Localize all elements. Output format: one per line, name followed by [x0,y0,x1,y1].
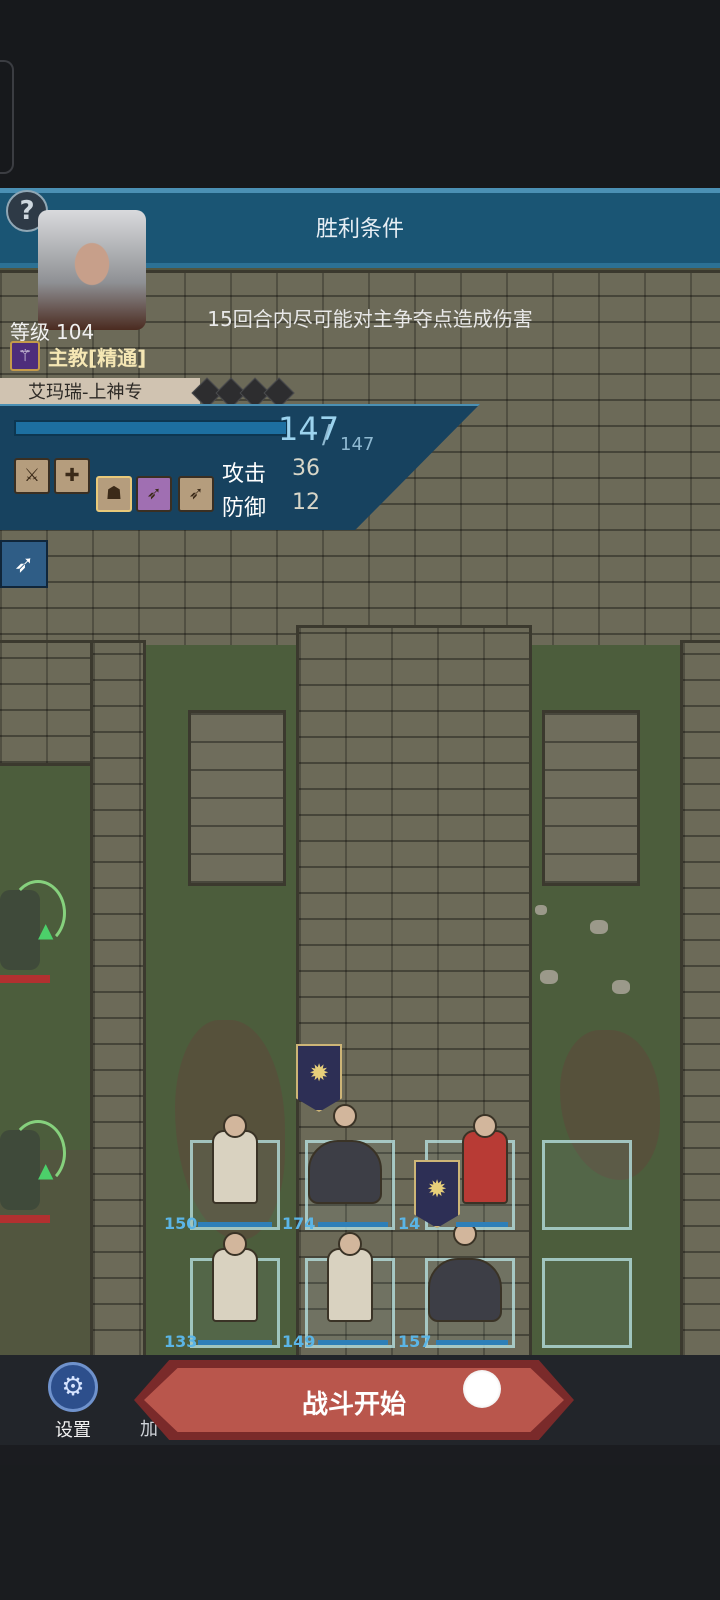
unit-hp-bar [318,1222,388,1227]
skill-1-icon[interactable]: ⚔ [14,458,50,494]
unit-hp: 14 [398,1214,421,1233]
class-name: 主教[精通] [48,345,147,370]
unit-hp: 149 [282,1332,316,1351]
skill-3-icon[interactable]: ☗ [96,476,132,512]
gear-icon: ⚙ [48,1362,98,1412]
hero-portrait[interactable] [38,210,146,330]
class-staff-icon: ⚚ [10,341,40,371]
unit-head [333,1104,357,1128]
stone-pillar [542,710,640,886]
wall-segment [680,640,720,1380]
unit-hp-bar [198,1222,272,1227]
defense-value: 12 [292,490,320,515]
unit-body [308,1140,382,1204]
ally-unit[interactable] [190,1110,276,1220]
unit-hp-bar [456,1222,508,1227]
hero-name: 艾玛瑞-上神专 [28,382,143,403]
commander-banner-icon: ✹ [414,1160,460,1228]
commander-banner-icon: ✹ [296,1044,342,1112]
hero-class: ⚚ 主教[精通] [10,341,147,371]
skill-2-icon[interactable]: ✚ [54,458,90,494]
enemy-archer[interactable]: ▲ [0,1120,66,1240]
rock [612,980,630,994]
unit-type-icon[interactable]: ➶ [0,540,48,588]
hero-hp-bar [14,420,288,436]
settings-label: 设置 [55,1420,91,1441]
unit-head [223,1232,247,1256]
level-value: 104 [56,320,95,344]
bottom-system-bar [0,1465,720,1600]
skill-5-icon[interactable]: ➶ [178,476,214,512]
ally-unit[interactable] [420,1218,506,1328]
touch-indicator [463,1370,501,1408]
enemy-hp-bar [0,975,50,983]
formation-slot-empty[interactable] [542,1258,632,1348]
buff-arrow-icon: ▲ [38,1158,54,1182]
buff-arrow-icon: ▲ [38,918,54,942]
rank-diamond-icon [263,377,295,409]
enemy-archer[interactable]: ▲ [0,880,66,1000]
attack-label: 攻击 [222,462,267,487]
unit-hp-bar [198,1340,272,1345]
formation-slot-empty[interactable] [542,1140,632,1230]
unit-hp-bar [318,1340,388,1345]
unit-hp: 174 [282,1214,316,1233]
rank-diamonds [191,376,306,409]
stone-pillar [188,710,286,886]
unit-hp: 150 [164,1214,198,1233]
unit-head [338,1232,362,1256]
unit-body [212,1130,258,1204]
rock [540,970,558,984]
defense-label: 防御 [222,496,267,521]
hp-separator: / [322,420,331,450]
ally-unit[interactable] [300,1100,386,1210]
settings-button[interactable]: ⚙ 设置 [38,1362,108,1441]
skill-4-icon[interactable]: ➶ [136,476,172,512]
unit-hp-bar [436,1340,508,1345]
unit-head [473,1114,497,1138]
rock [590,920,608,934]
rock [535,905,547,915]
ally-unit[interactable] [190,1228,276,1338]
unit-body [327,1248,373,1322]
unit-head [223,1114,247,1138]
hero-hp-max: 147 [340,434,375,455]
ally-unit[interactable] [305,1228,391,1338]
start-battle-label: 战斗开始 [301,1390,406,1420]
enemy-hp-bar [0,1215,50,1223]
unit-body [428,1258,502,1322]
start-battle-button[interactable]: 战斗开始 [134,1360,574,1440]
unit-hp: 133 [164,1332,198,1351]
unit-body [212,1248,258,1322]
top-system-bar [0,0,720,190]
hero-name-bar: 艾玛瑞-上神专 [0,378,200,408]
left-edge-tab[interactable] [0,60,14,174]
unit-hp: 157 [398,1332,432,1351]
wall-segment [90,640,146,1380]
unit-body [462,1130,508,1204]
attack-value: 36 [292,456,320,481]
